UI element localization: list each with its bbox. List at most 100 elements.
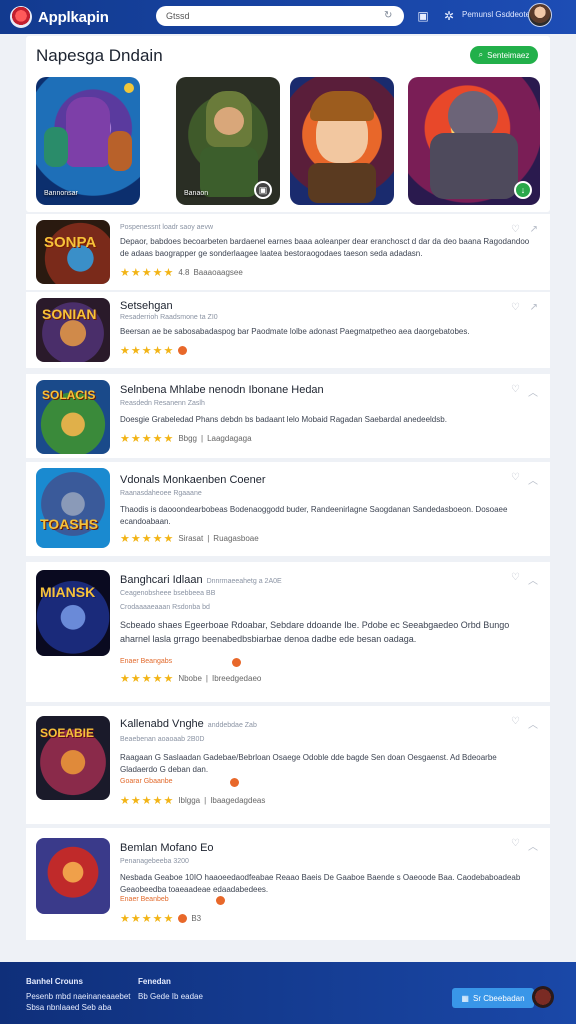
favorite-icon[interactable]: ♡ [511,838,520,849]
app-description: Thaodis is daooondearbobeas Bodenaoggodd… [120,505,508,526]
section-title: Napesga Dndain [36,46,163,65]
top-navigation-bar: Applkapin ↻ ▣ ✲ Pemunsl Gsddeoters [0,0,576,34]
favorite-icon[interactable]: ♡ [511,472,520,483]
search-clear-icon[interactable]: ↻ [384,10,396,22]
favorite-icon[interactable]: ♡ [511,302,520,313]
app-thumbnail[interactable]: SONPA [36,220,110,284]
app-price: Enaer Beangabs [120,658,173,665]
list-item[interactable]: SOEABIE Kallenabd Vnghe anddebdae Zab Bea… [26,706,550,824]
featured-game-card[interactable]: Banaon ▣ [176,77,280,205]
favorite-icon[interactable]: ♡ [511,384,520,395]
brand-name[interactable]: Applkapin [38,9,109,26]
list-item[interactable]: SOLACIS Selnbena Mhlabe nenodn Ibonane H… [26,374,550,458]
app-thumbnail[interactable]: MIANSK [36,570,110,656]
badge-icon [216,896,225,905]
app-logo-icon[interactable] [10,6,32,28]
badge-icon [230,778,239,787]
user-avatar[interactable] [528,3,552,27]
list-item[interactable]: Bemlan Mofano Eo Penanagebeeba 3200 Nesb… [26,828,550,940]
settings-icon[interactable]: ✲ [442,9,456,23]
star-rating-icon: ★★★★★ [120,433,175,445]
search-small-icon: ⌕ [478,50,484,59]
app-meta: Reasdedn Resanenn Zaslh [120,400,205,407]
list-item[interactable]: TOASHS Vdonals Monkaenben Coener Raanasd… [26,462,550,556]
app-rating: ★★★★★ Sirasat | Ruagasboae [120,533,259,545]
app-meta: Ceagenobsheee bsebbeea BB [120,590,216,597]
app-rating: ★★★★★ Bbgg | Laagdagaga [120,433,252,445]
app-title[interactable]: Bemlan Mofano Eo [120,842,214,854]
app-description: Beersan ae be sabosabadaspog bar Paodmat… [120,327,470,336]
footer-avatar[interactable] [532,986,554,1008]
chevron-up-icon[interactable]: ︿ [528,572,538,587]
favorite-icon[interactable]: ♡ [511,224,520,235]
app-rating: ★★★★★ Nbobe | Ibreedgedaeo [120,673,262,685]
app-thumbnail[interactable]: SOEABIE [36,716,110,800]
search-bar[interactable]: ↻ [156,6,404,26]
badge-icon [178,346,188,355]
share-icon[interactable]: ↗ [530,224,538,235]
star-rating-icon: ★★★★★ [120,913,175,925]
notification-icon[interactable]: ▣ [416,9,430,23]
search-input[interactable] [166,11,376,21]
favorite-icon[interactable]: ♡ [511,572,520,583]
app-title[interactable]: Setsehgan [120,300,173,312]
app-meta-secondary: Crodaaaaeaaan Rsdonba bd [120,604,210,611]
favorite-icon[interactable]: ♡ [511,716,520,727]
app-description: Scbeado shaes Egeerboae Rdoabar, Sebdare… [120,620,510,644]
app-description: Raagaan G Saslaadan Gadebae/Bebrloan Osa… [120,753,497,774]
camera-icon[interactable]: ▣ [254,181,272,199]
app-thumbnail[interactable]: SOLACIS [36,380,110,454]
footer-column: Fenedan Bb Gede Ib eadae [138,976,203,1002]
app-meta: Penanagebeeba 3200 [120,858,189,865]
app-meta: Beaebenan aoaoaab 2B0D [120,736,205,743]
footer-action-button[interactable]: ▦ Sr Cbeebadan [452,988,534,1008]
app-title[interactable]: Vdonals Monkaenben Coener [120,474,266,486]
footer-link[interactable]: Sbsa nbnlaaed Seb aba [26,1002,131,1013]
app-description: Nesbada Geaboe 10IO haaoeedaodfeabae Rea… [120,873,521,894]
list-item[interactable]: SONIAN Setsehgan Resaderrioh Raadsmone t… [26,292,550,368]
badge-icon [178,914,188,923]
footer-link[interactable]: Bb Gede Ib eadae [138,991,203,1002]
badge-icon [124,83,134,93]
app-price: Enaer Beanbeb [120,896,169,903]
app-rating: ★★★★★ 4.8 Baaaoaagsee [120,267,243,279]
star-rating-icon: ★★★★★ [120,345,175,357]
featured-game-card[interactable]: Bannonsar [36,77,140,205]
chevron-up-icon[interactable]: ︿ [528,472,538,487]
share-icon[interactable]: ↗ [530,302,538,313]
featured-game-card[interactable]: ↓ [408,77,540,205]
download-icon[interactable]: ↓ [514,181,532,199]
footer-heading: Fenedan [138,977,171,986]
star-rating-icon: ★★★★★ [120,533,175,545]
list-item[interactable]: MIANSK Banghcari Idlaan Dnnrmaeeahetg a 2… [26,562,550,702]
app-thumbnail[interactable]: TOASHS [36,468,110,548]
grid-icon: ▦ [461,993,469,1003]
list-item[interactable]: SONPA Pospenessnt loadr saoy aevw Depaor… [26,214,550,290]
featured-game-card[interactable] [290,77,394,205]
app-meta: Pospenessnt loadr saoy aevw [120,224,213,231]
star-rating-icon: ★★★★★ [120,673,175,685]
app-thumbnail[interactable]: SONIAN [36,298,110,362]
footer-heading: Banhel Crouns [26,977,83,986]
footer: Banhel Crouns Pesenb mbd naeinaneaaebet … [0,962,576,1024]
footer-link[interactable]: Pesenb mbd naeinaneaaebet [26,991,131,1002]
app-title[interactable]: Banghcari Idlaan Dnnrmaeeahetg a 2A0E [120,574,282,586]
footer-column: Banhel Crouns Pesenb mbd naeinaneaaebet … [26,976,131,1013]
app-title[interactable]: Kallenabd Vnghe anddebdae Zab [120,718,257,730]
featured-label: Banaon [184,190,209,197]
app-rating: ★★★★★ B3 [120,913,202,925]
app-meta: Resaderrioh Raadsmone ta ZI0 [120,314,218,321]
app-thumbnail[interactable] [36,838,110,914]
featured-label: Bannonsar [44,190,78,197]
chevron-up-icon[interactable]: ︿ [528,716,538,731]
app-title[interactable]: Selnbena Mhlabe nenodn Ibonane Hedan [120,384,324,396]
see-all-button[interactable]: ⌕ Senteimaez [470,46,538,64]
chevron-up-icon[interactable]: ︿ [528,838,538,853]
chevron-up-icon[interactable]: ︿ [528,384,538,399]
user-name[interactable]: Pemunsl Gsddeoters [462,10,537,19]
star-rating-icon: ★★★★★ [120,795,175,807]
app-price: Goarar Gbaanbe [120,778,173,785]
star-rating-icon: ★★★★★ [120,267,175,279]
app-description: Depaor, babdoes becoarbeten bardaenel ea… [120,237,530,258]
app-description: Doesgie Grabeledad Phans debdn bs badaan… [120,415,447,424]
